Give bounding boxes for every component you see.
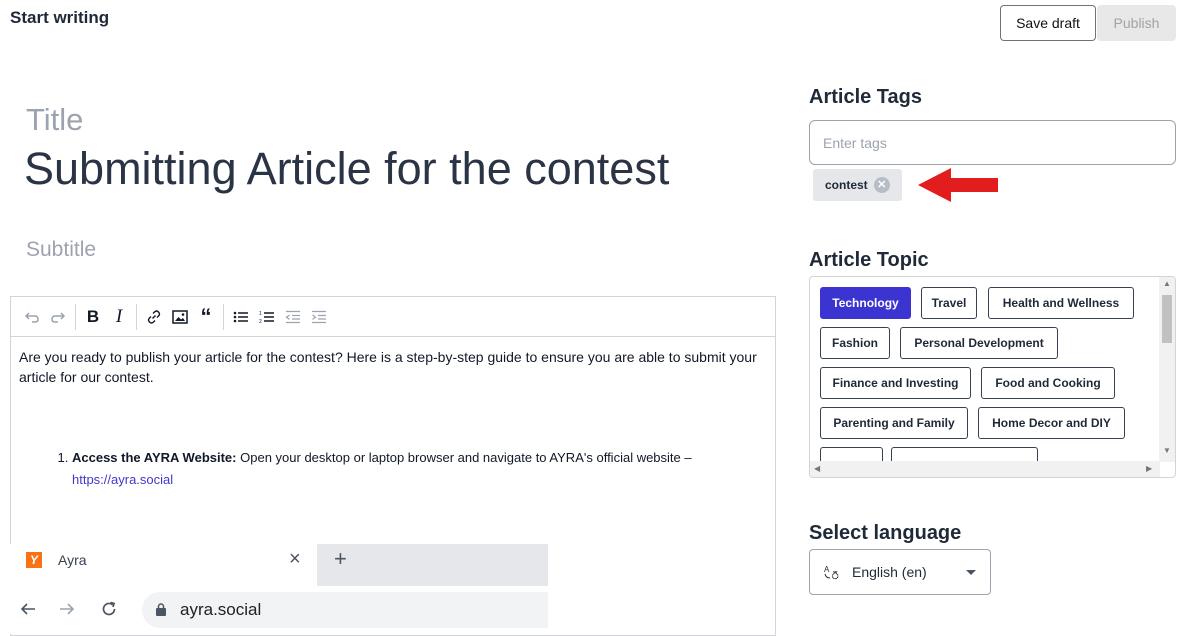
topic-chip[interactable]: Finance and Investing [820,367,971,399]
plus-icon: + [334,546,347,571]
topic-chip[interactable]: Personal Development [900,327,1058,359]
screenshot-tab-title: Ayra [58,552,87,568]
title-label: Title [26,102,84,137]
toolbar-divider [75,303,76,330]
indent-icon[interactable] [308,306,330,328]
remove-tag-icon[interactable]: ✕ [873,177,890,193]
undo-icon[interactable] [21,306,43,328]
svg-text:2: 2 [259,319,262,324]
article-topic-heading: Article Topic [809,249,929,271]
link-icon[interactable] [143,306,165,328]
italic-icon[interactable]: I [108,306,130,328]
toolbar-divider [223,303,224,330]
screenshot-address-bar: ayra.social [10,586,548,634]
topic-chip[interactable]: Food and Cooking [981,367,1115,399]
title-input[interactable]: Submitting Article for the contest [24,143,669,195]
topic-chip[interactable]: Health and Wellness [988,287,1134,319]
numbered-list: Access the AYRA Website: Open your deskt… [19,447,767,491]
language-select[interactable]: A ঁ English (en) [809,549,991,595]
scroll-left-icon[interactable]: ◀ [814,464,820,473]
numbered-list-icon[interactable]: 12 [256,306,278,328]
screenshot-tab-bar: Y Ayra × + [10,544,548,586]
scrollbar-thumb[interactable] [1162,295,1172,343]
language-select-value: English (en) [852,564,927,580]
topic-chip[interactable]: Fashion [820,327,890,359]
bold-icon[interactable]: B [82,306,104,328]
editor-content[interactable]: Are you ready to publish your article fo… [11,337,775,501]
ayra-website-link[interactable]: https://ayra.social [72,472,173,487]
chevron-down-icon [966,570,976,575]
screenshot-url-field: ayra.social [142,592,548,628]
scroll-up-icon[interactable]: ▲ [1163,279,1171,288]
screenshot-url-text: ayra.social [180,600,262,619]
subtitle-input[interactable]: Subtitle [26,238,96,262]
article-tags-heading: Article Tags [809,86,922,108]
screenshot-tab: Y Ayra × [10,544,317,586]
topic-list: Technology Travel Health and Wellness Fa… [809,276,1176,478]
redo-icon[interactable] [47,306,69,328]
red-arrow-annotation-icon [918,168,998,202]
outdent-icon[interactable] [282,306,304,328]
topic-chip[interactable]: Home Decor and DIY [978,407,1125,439]
svg-text:1: 1 [259,311,262,317]
svg-text:ঁ: ঁ [831,569,839,580]
svg-text:A: A [824,565,830,574]
list-item-text: Open your desktop or laptop browser and … [240,450,692,465]
select-language-heading: Select language [809,522,962,544]
forward-arrow-icon [60,603,75,615]
topic-list-viewport: Technology Travel Health and Wellness Fa… [810,277,1160,462]
publish-button[interactable]: Publish [1097,5,1176,41]
scroll-down-icon[interactable]: ▼ [1163,446,1171,455]
editor-paragraph: Are you ready to publish your article fo… [19,349,757,385]
bullet-list-icon[interactable] [230,306,252,328]
back-arrow-icon [20,603,35,615]
topic-chip[interactable]: Parenting and Family [820,407,968,439]
tags-input[interactable] [809,120,1176,165]
topic-horizontal-scrollbar[interactable]: ◀ ▶ [810,461,1160,477]
quote-icon[interactable]: “ [195,305,217,328]
list-item: Access the AYRA Website: Open your deskt… [72,447,767,491]
tag-chip: contest ✕ [813,169,902,201]
topic-chip-partial[interactable] [820,447,883,462]
lock-icon [156,603,166,616]
reload-icon [102,601,116,616]
image-icon[interactable] [169,306,191,328]
list-item-lead: Access the AYRA Website: [72,450,237,465]
toolbar-divider [136,303,137,330]
scroll-right-icon[interactable]: ▶ [1146,464,1152,473]
editor-toolbar: B I “ 12 [11,297,775,337]
close-icon: × [289,548,301,570]
save-draft-button[interactable]: Save draft [1000,5,1096,41]
ayra-logo-icon: Y [26,552,42,568]
tag-chip-label: contest [825,178,868,192]
topic-chip[interactable]: Travel [921,287,977,319]
translate-icon: A ঁ [824,565,839,580]
topic-chip-partial[interactable] [891,447,1038,462]
page-title: Start writing [10,8,110,27]
topic-vertical-scrollbar[interactable]: ▲ ▼ [1159,277,1175,462]
embedded-screenshot: Y Ayra × + ayra.social [10,544,548,634]
topic-chip[interactable]: Technology [820,287,911,319]
